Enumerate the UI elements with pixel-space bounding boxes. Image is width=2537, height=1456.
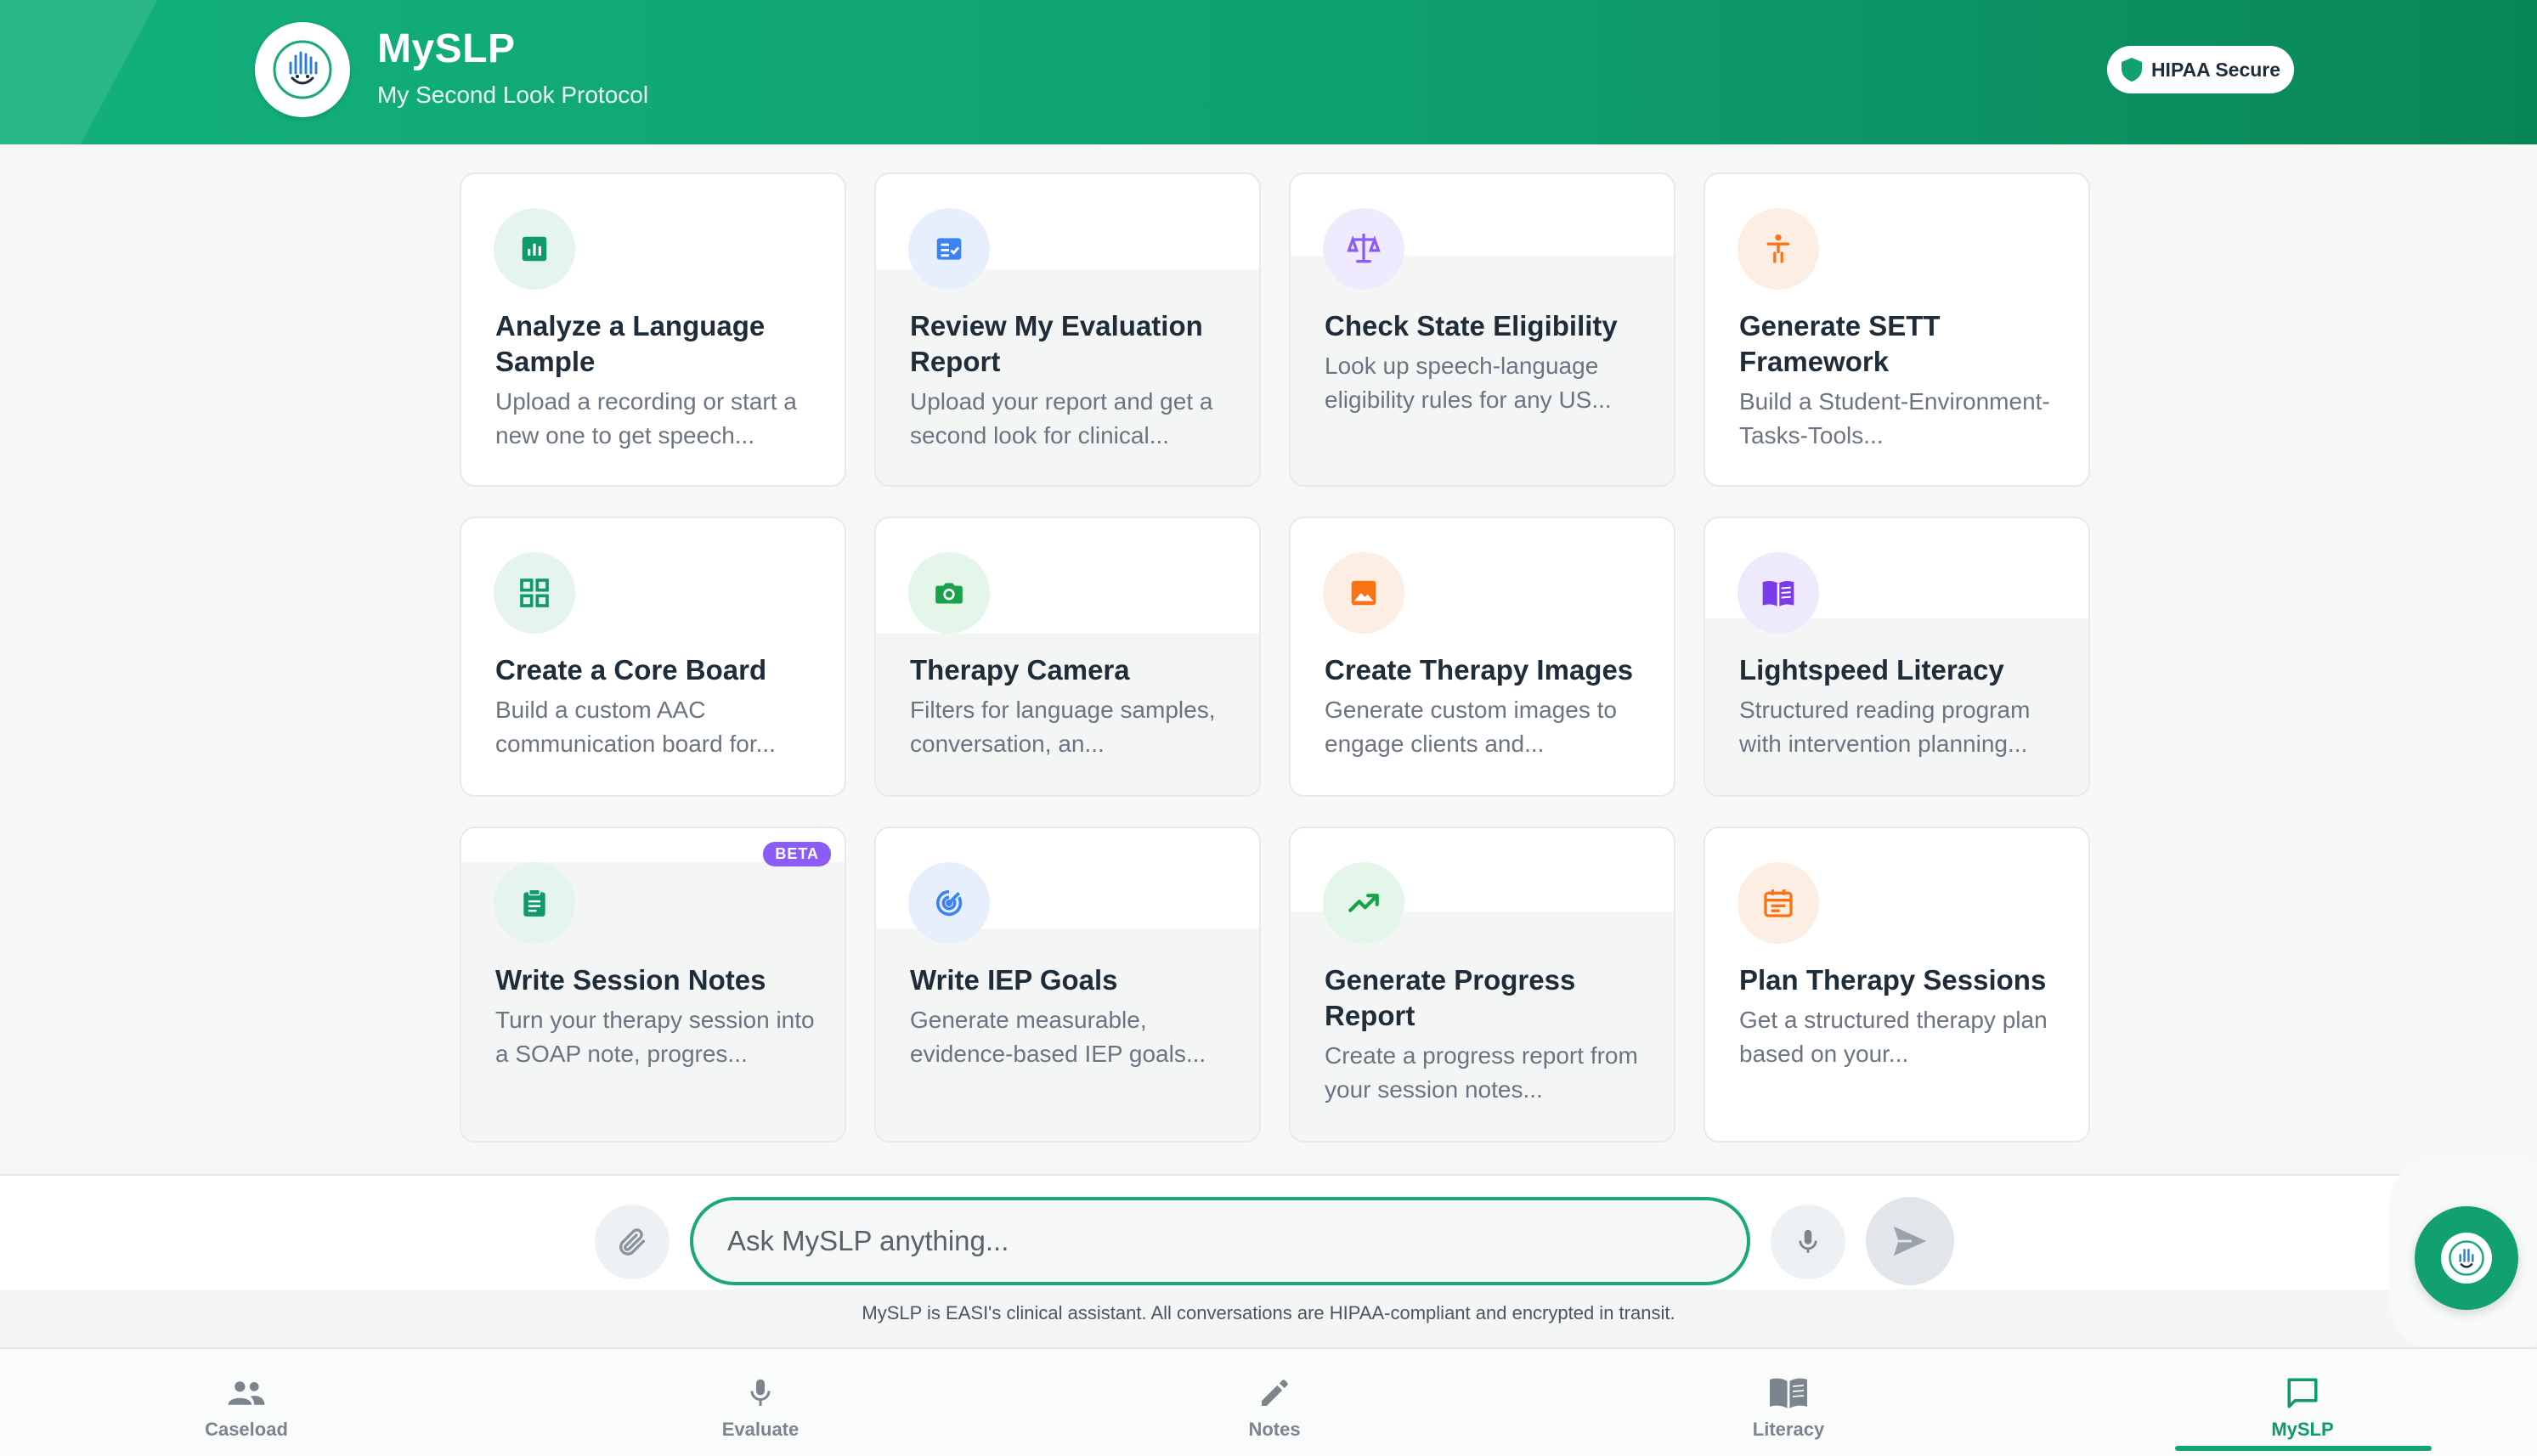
nav-label: Notes — [1248, 1419, 1301, 1440]
shield-icon — [2121, 58, 2142, 82]
card-title: Analyze a Language Sample — [495, 310, 766, 377]
accessibility-icon — [1737, 208, 1819, 290]
card-title: Review My Evaluation Report — [910, 310, 1203, 377]
mic-icon — [1799, 1229, 1817, 1253]
card-title: Check State Eligibility — [1325, 310, 1618, 341]
hipaa-badge: HIPAA Secure — [2107, 46, 2294, 93]
chat-bar — [0, 1174, 2537, 1290]
card-write-session-notes[interactable]: BETA Write Session Notes Turn your thera… — [460, 827, 846, 1143]
card-description: Create a progress report from your sessi… — [1325, 1042, 1638, 1103]
card-title: Therapy Camera — [910, 654, 1130, 686]
active-tab-indicator — [2175, 1446, 2432, 1451]
chat-icon — [2284, 1374, 2321, 1412]
send-button[interactable] — [1866, 1197, 1954, 1285]
card-write-iep-goals[interactable]: Write IEP Goals Generate measurable, evi… — [874, 827, 1261, 1143]
card-title: Create Therapy Images — [1325, 654, 1634, 686]
mic-icon — [748, 1374, 773, 1412]
nav-item-literacy[interactable]: Literacy — [1661, 1349, 1916, 1456]
card-title: Generate SETT Framework — [1739, 310, 1941, 377]
card-title: Lightspeed Literacy — [1739, 654, 2004, 686]
header-decoration — [0, 0, 176, 144]
card-check-state-eligibility[interactable]: Check State Eligibility Look up speech-l… — [1289, 172, 1675, 487]
card-description: Turn your therapy session into a SOAP no… — [495, 1007, 815, 1067]
card-create-therapy-images[interactable]: Create Therapy Images Generate custom im… — [1289, 516, 1675, 797]
card-title: Write IEP Goals — [910, 964, 1118, 996]
nav-item-notes[interactable]: Notes — [1147, 1349, 1402, 1456]
card-generate-sett-framework[interactable]: Generate SETT Framework Build a Student-… — [1704, 172, 2090, 487]
hipaa-badge-label: HIPAA Secure — [2150, 58, 2281, 81]
card-review-evaluation-report[interactable]: Review My Evaluation Report Upload your … — [874, 172, 1261, 487]
nav-label: Literacy — [1752, 1419, 1825, 1440]
nav-label: Caseload — [205, 1419, 288, 1440]
card-description: Generate measurable, evidence-based IEP … — [910, 1007, 1206, 1067]
scale-icon — [1323, 208, 1404, 290]
card-therapy-camera[interactable]: Therapy Camera Filters for language samp… — [874, 516, 1261, 797]
card-description: Build a Student-Environment-Tasks-Tools.… — [1739, 388, 2050, 449]
camera-icon — [908, 552, 990, 634]
card-plan-therapy-sessions[interactable]: Plan Therapy Sessions Get a structured t… — [1704, 827, 2090, 1143]
card-description: Look up speech-language eligibility rule… — [1325, 353, 1612, 413]
assistant-fab-button[interactable] — [2415, 1206, 2518, 1310]
grid-icon — [494, 552, 575, 634]
calendar-icon — [1737, 862, 1819, 944]
nav-label: MySLP — [2271, 1419, 2334, 1440]
microphone-button[interactable] — [1771, 1205, 1845, 1279]
card-description: Build a custom AAC communication board f… — [495, 697, 776, 757]
card-title: Create a Core Board — [495, 654, 767, 686]
ask-input[interactable] — [690, 1197, 1750, 1285]
app-title: MySLP — [377, 26, 516, 71]
card-description: Filters for language samples, conversati… — [910, 697, 1216, 757]
assistant-logo-icon — [2441, 1233, 2492, 1284]
nav-item-myslp[interactable]: MySLP — [2175, 1349, 2430, 1456]
card-description: Get a structured therapy plan based on y… — [1739, 1007, 2048, 1067]
book-icon — [1768, 1374, 1809, 1412]
app-header: MySLP My Second Look Protocol HIPAA Secu… — [0, 0, 2537, 144]
pencil-icon — [1257, 1374, 1291, 1412]
nav-label: Evaluate — [721, 1419, 800, 1440]
attach-button[interactable] — [595, 1205, 670, 1279]
card-lightspeed-literacy[interactable]: Lightspeed Literacy Structured reading p… — [1704, 516, 2090, 797]
target-icon — [908, 862, 990, 944]
card-title: Generate Progress Report — [1325, 964, 1576, 1031]
card-description: Structured reading program with interven… — [1739, 697, 2031, 757]
send-icon — [1893, 1226, 1927, 1256]
card-analyze-language-sample[interactable]: Analyze a Language Sample Upload a recor… — [460, 172, 846, 487]
people-icon — [227, 1374, 266, 1412]
nav-item-evaluate[interactable]: Evaluate — [633, 1349, 888, 1456]
card-title: Write Session Notes — [495, 964, 766, 996]
nav-item-caseload[interactable]: Caseload — [119, 1349, 374, 1456]
card-title: Plan Therapy Sessions — [1739, 964, 2047, 996]
checklist-icon — [908, 208, 990, 290]
card-create-core-board[interactable]: Create a Core Board Build a custom AAC c… — [460, 516, 846, 797]
image-icon — [1323, 552, 1404, 634]
bar-chart-icon — [494, 208, 575, 290]
beta-badge: BETA — [763, 842, 831, 866]
card-description: Upload your report and get a second look… — [910, 388, 1213, 449]
paperclip-icon — [619, 1228, 645, 1256]
disclaimer-text: MySLP is EASI's clinical assistant. All … — [0, 1290, 2537, 1347]
card-generate-progress-report[interactable]: Generate Progress Report Create a progre… — [1289, 827, 1675, 1143]
app-subtitle: My Second Look Protocol — [377, 82, 649, 108]
card-description: Upload a recording or start a new one to… — [495, 388, 797, 449]
logo-icon — [273, 40, 332, 99]
bottom-navigation: Caseload Evaluate Notes Literacy MySLP — [0, 1347, 2537, 1456]
card-description: Generate custom images to engage clients… — [1325, 697, 1617, 757]
clipboard-icon — [494, 862, 575, 944]
trending-up-icon — [1323, 862, 1404, 944]
book-icon — [1737, 552, 1819, 634]
app-logo[interactable] — [255, 22, 350, 117]
